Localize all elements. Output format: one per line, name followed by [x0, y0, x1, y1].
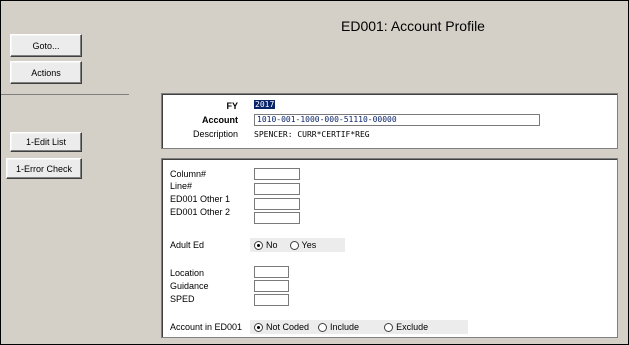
account-field[interactable]: 1010-001-1000-000-51110-00000: [254, 114, 540, 126]
window-frame: ED001: Account Profile Goto... Actions 1…: [0, 0, 629, 345]
other2-label: ED001 Other 2: [170, 207, 231, 217]
adult-ed-no-label: No: [266, 240, 278, 250]
error-check-button[interactable]: 1-Error Check: [6, 158, 82, 179]
account-label: Account: [202, 115, 238, 125]
radio-selected-icon: [254, 322, 263, 332]
adult-ed-yes-option[interactable]: Yes: [289, 240, 317, 250]
fy-field[interactable]: 2017: [254, 100, 284, 112]
adult-ed-yes-label: Yes: [301, 240, 317, 250]
other1-field[interactable]: [254, 198, 300, 210]
account-in-ed001-radio-group: Not Coded Include Exclude: [250, 320, 468, 334]
account-header-panel: FY 2017 Account 1010-001-1000-000-51110-…: [161, 93, 618, 149]
goto-button[interactable]: Goto...: [10, 34, 82, 57]
radio-unselected-icon: [318, 322, 328, 332]
column-label: Column#: [170, 169, 207, 179]
account-in-ed001-label: Account in ED001: [170, 322, 243, 332]
line-label: Line#: [170, 181, 193, 191]
fy-label: FY: [226, 101, 238, 111]
edit-list-button[interactable]: 1-Edit List: [10, 132, 82, 152]
location-label: Location: [170, 268, 205, 278]
fy-value: 2017: [254, 100, 276, 109]
adult-ed-radio-group: No Yes: [250, 238, 345, 252]
account-in-not-coded-label: Not Coded: [266, 322, 310, 332]
radio-unselected-icon: [384, 322, 394, 332]
radio-selected-icon: [254, 240, 263, 250]
column-field[interactable]: [254, 168, 300, 180]
account-in-include-label: Include: [330, 322, 360, 332]
radio-unselected-icon: [289, 240, 299, 250]
other1-label: ED001 Other 1: [170, 194, 231, 204]
account-in-exclude-label: Exclude: [396, 322, 429, 332]
description-value: SPENCER: CURR*CERTIF*REG: [254, 130, 370, 139]
line-field[interactable]: [254, 183, 300, 195]
sped-field[interactable]: [254, 294, 289, 306]
adult-ed-label: Adult Ed: [170, 240, 205, 250]
adult-ed-no-option[interactable]: No: [254, 240, 278, 250]
account-in-exclude-option[interactable]: Exclude: [384, 322, 428, 332]
location-field[interactable]: [254, 266, 289, 278]
other2-field[interactable]: [254, 212, 300, 224]
actions-button[interactable]: Actions: [10, 61, 82, 84]
account-in-include-option[interactable]: Include: [318, 322, 359, 332]
guidance-field[interactable]: [254, 280, 289, 292]
guidance-label: Guidance: [170, 281, 209, 291]
page-title: ED001: Account Profile: [341, 18, 485, 34]
sped-label: SPED: [170, 294, 195, 304]
account-in-not-coded-option[interactable]: Not Coded: [254, 322, 309, 332]
description-label: Description: [192, 129, 238, 139]
account-detail-panel: Column# Line# ED001 Other 1 ED001 Other …: [161, 158, 618, 338]
sidebar-divider: [1, 94, 129, 95]
